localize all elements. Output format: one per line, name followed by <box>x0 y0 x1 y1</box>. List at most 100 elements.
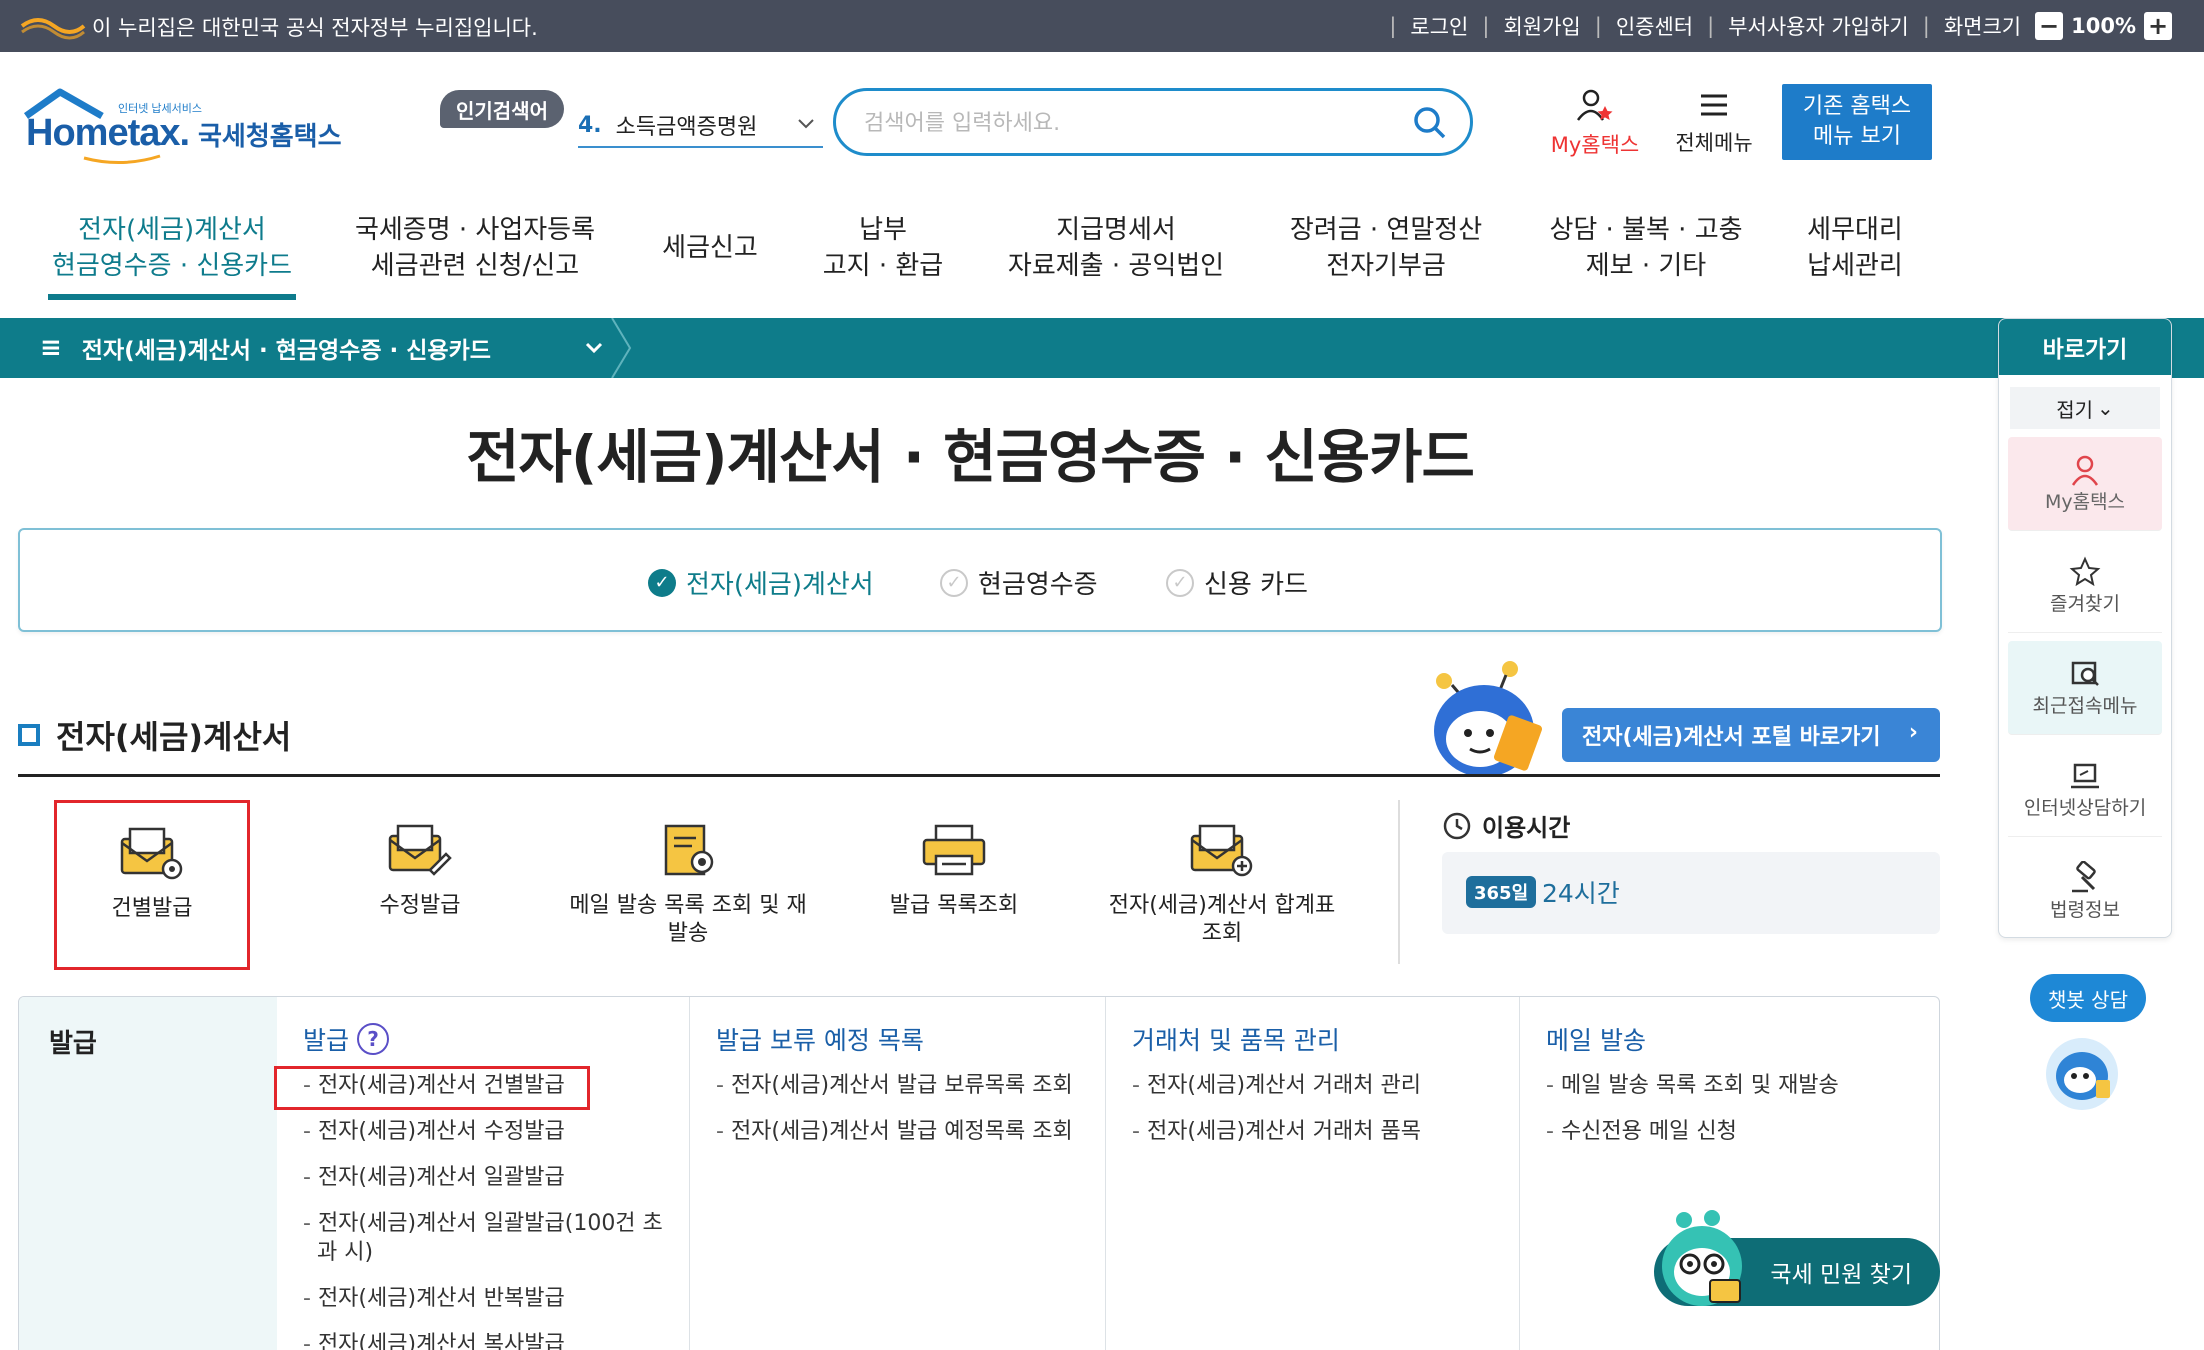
menu-column-pending: 발급 보류 예정 목록 전자(세금)계산서 발급 보류목록 조회 전자(세금)계… <box>689 997 1105 1350</box>
check-circle-icon: ✓ <box>940 568 968 597</box>
legacy-menu-line2: 메뉴 보기 <box>1813 124 1901 149</box>
menu-link[interactable]: 전자(세금)계산서 발급 보류목록 조회 <box>716 1071 1076 1100</box>
gnb-payment-statements[interactable]: 지급명세서 자료제출 · 공익법인 <box>996 212 1236 284</box>
quick-icon-label: 수정발급 <box>379 893 461 918</box>
search-icon[interactable] <box>1412 105 1448 141</box>
quick-issue-list[interactable]: 발급 목록조회 <box>856 800 1052 970</box>
tab-e-invoice[interactable]: ✓ 전자(세금)계산서 <box>648 564 874 601</box>
dept-user-signup-link[interactable]: 부서사용자 가입하기 <box>1728 11 1909 41</box>
highlight-box <box>274 1066 590 1110</box>
quick-single-issue[interactable]: 건별발급 <box>54 800 250 970</box>
chevron-down-icon <box>798 119 814 129</box>
gnb-certificates[interactable]: 국세증명 · 사업자등록세금관련 신청/신고 <box>340 212 610 284</box>
quick-my-hometax[interactable]: My홈택스 <box>2008 437 2162 531</box>
zoom-level: 100% <box>2071 14 2136 38</box>
zoom-out-button[interactable]: − <box>2035 12 2064 40</box>
quick-panel-title: 바로가기 <box>1999 319 2171 375</box>
gnb-label: 국세증명 · 사업자등록 <box>354 215 596 245</box>
quick-mail-list[interactable]: 메일 발송 목록 조회 및 재발송 <box>566 800 810 970</box>
quick-law-info[interactable]: 법령정보 <box>2008 845 2162 937</box>
chatbot-mascot-icon[interactable] <box>2040 1030 2124 1114</box>
usage-time-box: 365일 24시간 <box>1442 852 1940 934</box>
menu-column-partners: 거래처 및 품목 관리 전자(세금)계산서 거래처 관리 전자(세금)계산서 거… <box>1105 997 1519 1350</box>
laptop-chat-icon <box>2071 763 2099 789</box>
popular-search-badge: 인기검색어 <box>440 90 564 128</box>
my-hometax-label: My홈택스 <box>1550 133 1640 157</box>
clock-icon <box>1443 812 1471 839</box>
all-menu-button[interactable]: 전체메뉴 <box>1664 88 1764 157</box>
menu-link[interactable]: 전자(세금)계산서 복사발급 <box>303 1330 663 1350</box>
gnb-consultation[interactable]: 상담 · 불복 · 고충 제보 · 기타 <box>1536 212 1756 284</box>
menu-column-header[interactable]: 메일 발송 <box>1546 1021 1646 1057</box>
popular-search-dropdown[interactable]: 4. 소득금액증명원 <box>578 104 823 148</box>
gnb-incentives[interactable]: 장려금 · 연말정산전자기부금 <box>1276 212 1496 284</box>
fold-label: 접기 <box>2056 397 2094 422</box>
tab-credit-card[interactable]: ✓ 신용 카드 <box>1166 564 1308 601</box>
gavel-icon <box>2072 861 2096 893</box>
quick-icon-label: 발급 목록조회 <box>889 893 1019 918</box>
menu-link[interactable]: 전자(세금)계산서 거래처 관리 <box>1132 1071 1492 1100</box>
tab-cash-receipt[interactable]: ✓ 현금영수증 <box>940 564 1098 601</box>
quick-online-consult[interactable]: 인터넷상담하기 <box>2008 743 2162 837</box>
recent-menu-icon <box>2071 661 2099 686</box>
gnb-e-invoice[interactable]: 전자(세금)계산서 현금영수증 · 신용카드 <box>48 212 296 284</box>
quick-item-label: 법령정보 <box>2050 899 2120 921</box>
hometax-logo[interactable]: 인터넷 납세서비스 Hometax. 국세청홈택스 <box>22 86 342 166</box>
popular-term: 소득금액증명원 <box>615 115 758 140</box>
menu-link[interactable]: 전자(세금)계산서 거래처 품목 <box>1132 1117 1492 1146</box>
menu-column-header[interactable]: 발급 보류 예정 목록 <box>716 1021 924 1057</box>
vertical-divider <box>1398 800 1400 964</box>
menu-column-header[interactable]: 발급 <box>303 1021 349 1057</box>
gnb-tax-agent[interactable]: 세무대리 납세관리 <box>1790 212 1920 284</box>
signup-link[interactable]: 회원가입 <box>1503 11 1580 41</box>
menu-link[interactable]: 메일 발송 목록 조회 및 재발송 <box>1546 1071 1906 1100</box>
chevron-down-icon[interactable] <box>582 326 606 370</box>
fold-button[interactable]: 접기 ⌄ <box>2010 387 2160 429</box>
menu-link[interactable]: 전자(세금)계산서 반복발급 <box>303 1284 663 1313</box>
hamburger-icon <box>1701 94 1727 116</box>
civil-mascot-icon <box>1662 1210 1742 1306</box>
breadcrumb[interactable]: ≡ 전자(세금)계산서 · 현금영수증 · 신용카드 <box>40 318 491 378</box>
menu-column-issue: 발급? 전자(세금)계산서 건별발급 전자(세금)계산서 수정발급 전자(세금)… <box>277 997 689 1350</box>
mascot-illustration <box>1434 661 1542 777</box>
my-hometax-link[interactable]: My홈택스 <box>1540 88 1650 159</box>
quick-amend-issue[interactable]: 수정발급 <box>322 800 518 970</box>
chatbot-button[interactable]: 챗봇 상담 <box>2030 974 2146 1022</box>
square-bullet-icon <box>18 724 40 746</box>
quick-icon-label: 메일 발송 목록 조회 및 재발송 <box>569 893 807 946</box>
menu-link[interactable]: 전자(세금)계산서 수정발급 <box>303 1117 663 1146</box>
search-input[interactable] <box>864 105 1384 141</box>
quick-recent-menu[interactable]: 최근접속메뉴 <box>2008 641 2162 735</box>
legacy-menu-line1: 기존 홈택스 <box>1802 94 1912 119</box>
menu-link[interactable]: 전자(세금)계산서 일괄발급 <box>303 1163 663 1192</box>
menu-column-header[interactable]: 거래처 및 품목 관리 <box>1132 1021 1340 1057</box>
quick-item-label: 최근접속메뉴 <box>2032 695 2138 717</box>
quick-summary-table[interactable]: 전자(세금)계산서 합계표 조회 <box>1104 800 1340 970</box>
menu-link[interactable]: 수신전용 메일 신청 <box>1546 1117 1906 1146</box>
gnb-tax-filing[interactable]: 세금신고 <box>640 230 780 266</box>
menu-link[interactable]: 전자(세금)계산서 발급 예정목록 조회 <box>716 1117 1076 1146</box>
e-invoice-portal-button[interactable]: 전자(세금)계산서 포털 바로가기 › <box>1562 708 1940 762</box>
help-icon[interactable]: ? <box>357 1023 390 1055</box>
printer-icon <box>922 824 986 876</box>
legacy-menu-button[interactable]: 기존 홈택스 메뉴 보기 <box>1782 84 1932 160</box>
gnb-label: 세금관련 신청/신고 <box>370 251 580 281</box>
search-box <box>833 88 1473 156</box>
gnb-payment[interactable]: 납부 고지 · 환급 <box>808 212 958 284</box>
quick-item-label: 즐겨찾기 <box>2050 593 2120 615</box>
gnb-label: 고지 · 환급 <box>822 251 944 281</box>
page-title: 전자(세금)계산서 · 현금영수증 · 신용카드 <box>466 423 1475 491</box>
check-circle-icon: ✓ <box>1166 568 1194 597</box>
gnb-label: 장려금 · 연말정산 <box>1289 215 1483 245</box>
gnb-label: 지급명세서 <box>1056 215 1176 245</box>
zoom-in-button[interactable]: + <box>2144 12 2172 40</box>
gnb-label: 전자기부금 <box>1326 251 1446 281</box>
cert-center-link[interactable]: 인증센터 <box>1616 11 1693 41</box>
menu-link[interactable]: 전자(세금)계산서 일괄발급(100건 초과 시) <box>303 1209 663 1267</box>
quick-favorites[interactable]: 즐겨찾기 <box>2008 539 2162 633</box>
gov-notice: 이 누리집은 대한민국 공식 전자정부 누리집입니다. <box>92 16 538 40</box>
login-link[interactable]: 로그인 <box>1410 11 1468 41</box>
sub-navigation-bar: ≡ 전자(세금)계산서 · 현금영수증 · 신용카드 <box>0 318 2204 378</box>
portal-button-label: 전자(세금)계산서 포털 바로가기 <box>1582 725 1881 750</box>
chevron-right-icon: › <box>1908 720 1918 745</box>
